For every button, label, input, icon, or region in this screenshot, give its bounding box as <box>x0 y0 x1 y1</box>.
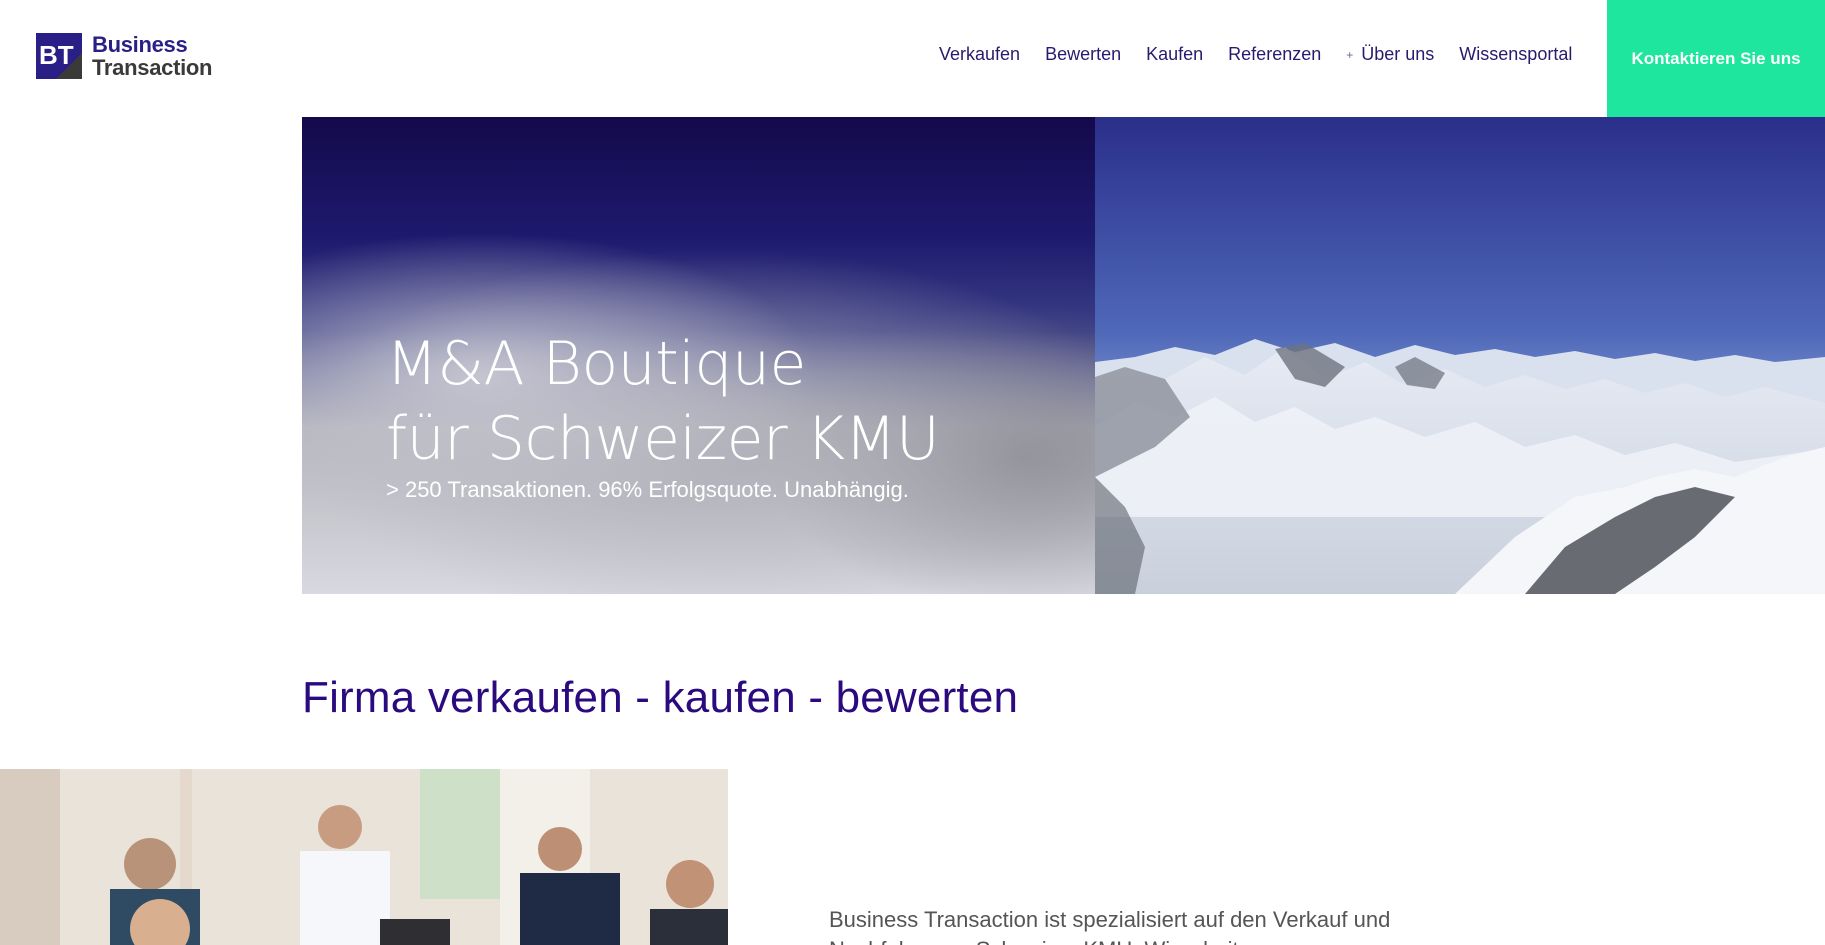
logo-mark-icon: BT <box>36 33 82 79</box>
nav-bewerten[interactable]: Bewerten <box>1045 44 1121 65</box>
nav-referenzen[interactable]: Referenzen <box>1228 44 1321 65</box>
main-nav: Verkaufen Bewerten Kaufen Referenzen + Ü… <box>939 44 1572 65</box>
hero-title-line2: für Schweizer KMU <box>386 404 940 474</box>
svg-text:BT: BT <box>39 40 74 70</box>
nav-verkaufen[interactable]: Verkaufen <box>939 44 1020 65</box>
site-header: BT Business Transaction Verkaufen Bewert… <box>0 0 1825 117</box>
logo-wordmark: Business Transaction <box>92 33 212 79</box>
logo-line2: Transaction <box>92 55 213 80</box>
hero-title: M&A Boutique für Schweizer KMU <box>386 327 940 477</box>
plus-icon: + <box>1346 47 1354 62</box>
hero-title-line1: M&A Boutique <box>386 329 806 399</box>
contact-button[interactable]: Kontaktieren Sie uns <box>1607 0 1825 117</box>
nav-wissensportal[interactable]: Wissensportal <box>1459 44 1572 65</box>
logo[interactable]: BT Business Transaction <box>36 33 212 79</box>
nav-ueber-uns-label: Über uns <box>1361 44 1435 64</box>
hero-banner: M&A Boutique für Schweizer KMU > 250 Tra… <box>302 117 1825 594</box>
logo-line1: Business <box>92 32 188 57</box>
meeting-photo <box>0 769 728 945</box>
section-title: Firma verkaufen - kaufen - bewerten <box>302 673 1019 722</box>
hero-mountain-image <box>1095 117 1825 594</box>
nav-kaufen[interactable]: Kaufen <box>1146 44 1203 65</box>
intro-text: Business Transaction ist spezialisiert a… <box>829 907 1391 945</box>
hero-subtitle: > 250 Transaktionen. 96% Erfolgsquote. U… <box>386 477 909 502</box>
nav-ueber-uns[interactable]: + Über uns <box>1346 44 1434 65</box>
